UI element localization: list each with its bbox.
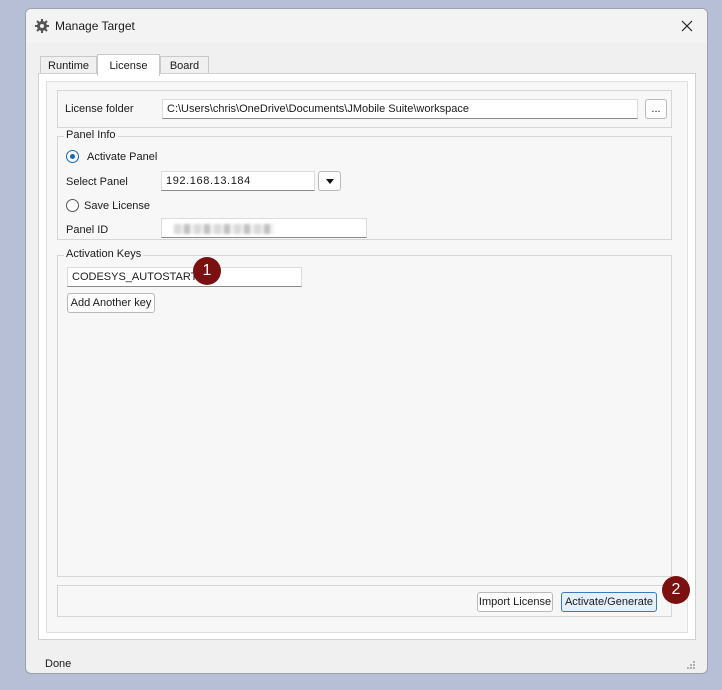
redacted-panel-id — [174, 224, 274, 234]
status-text: Done — [45, 658, 72, 670]
tab-label: License — [109, 59, 148, 72]
annotation-badge-2: 2 — [662, 576, 690, 604]
panel-info-legend: Panel Info — [64, 129, 118, 141]
license-folder-input[interactable]: C:\Users\chris\OneDrive\Documents\JMobil… — [162, 99, 638, 119]
activate-generate-button[interactable]: Activate/Generate — [561, 592, 657, 612]
select-panel-dropdown-button[interactable] — [318, 171, 341, 191]
license-folder-label: License folder — [65, 103, 134, 115]
import-license-button[interactable]: Import License — [477, 592, 553, 612]
annotation-badge-1: 1 — [193, 257, 221, 285]
browse-button[interactable]: ... — [645, 99, 667, 119]
panel-id-input[interactable] — [161, 218, 367, 238]
status-bar: Done — [25, 652, 708, 674]
resize-grip-icon[interactable] — [686, 660, 696, 670]
save-license-radio[interactable] — [66, 199, 79, 212]
activate-panel-label: Activate Panel — [87, 151, 158, 163]
license-folder-row: License folder C:\Users\chris\OneDrive\D… — [57, 90, 672, 128]
tab-license[interactable]: License — [97, 54, 160, 76]
activation-keys-legend: Activation Keys — [64, 248, 144, 260]
panel-id-label: Panel ID — [66, 224, 109, 236]
save-license-label: Save License — [84, 200, 151, 212]
panel-info-group: Panel Info Activate Panel Select Panel 1… — [57, 129, 672, 240]
window-title: Manage Target — [55, 19, 135, 33]
action-bar: Import License Activate/Generate — [57, 585, 672, 617]
activation-key-input[interactable]: CODESYS_AUTOSTART — [67, 267, 302, 287]
activate-panel-radio[interactable] — [66, 150, 79, 163]
close-icon — [681, 20, 693, 32]
select-panel-input[interactable]: 192.168.13.184 — [161, 171, 315, 191]
add-another-key-button[interactable]: Add Another key — [67, 293, 155, 313]
activation-keys-group: Activation Keys CODESYS_AUTOSTART Add An… — [57, 248, 672, 577]
chevron-down-icon — [325, 178, 334, 184]
gear-icon — [35, 19, 49, 33]
tab-label: Board — [169, 60, 200, 72]
title-bar: Manage Target — [26, 9, 707, 43]
select-panel-label: Select Panel — [66, 176, 128, 188]
close-button[interactable] — [675, 14, 699, 38]
tab-label: Runtime — [48, 60, 89, 72]
